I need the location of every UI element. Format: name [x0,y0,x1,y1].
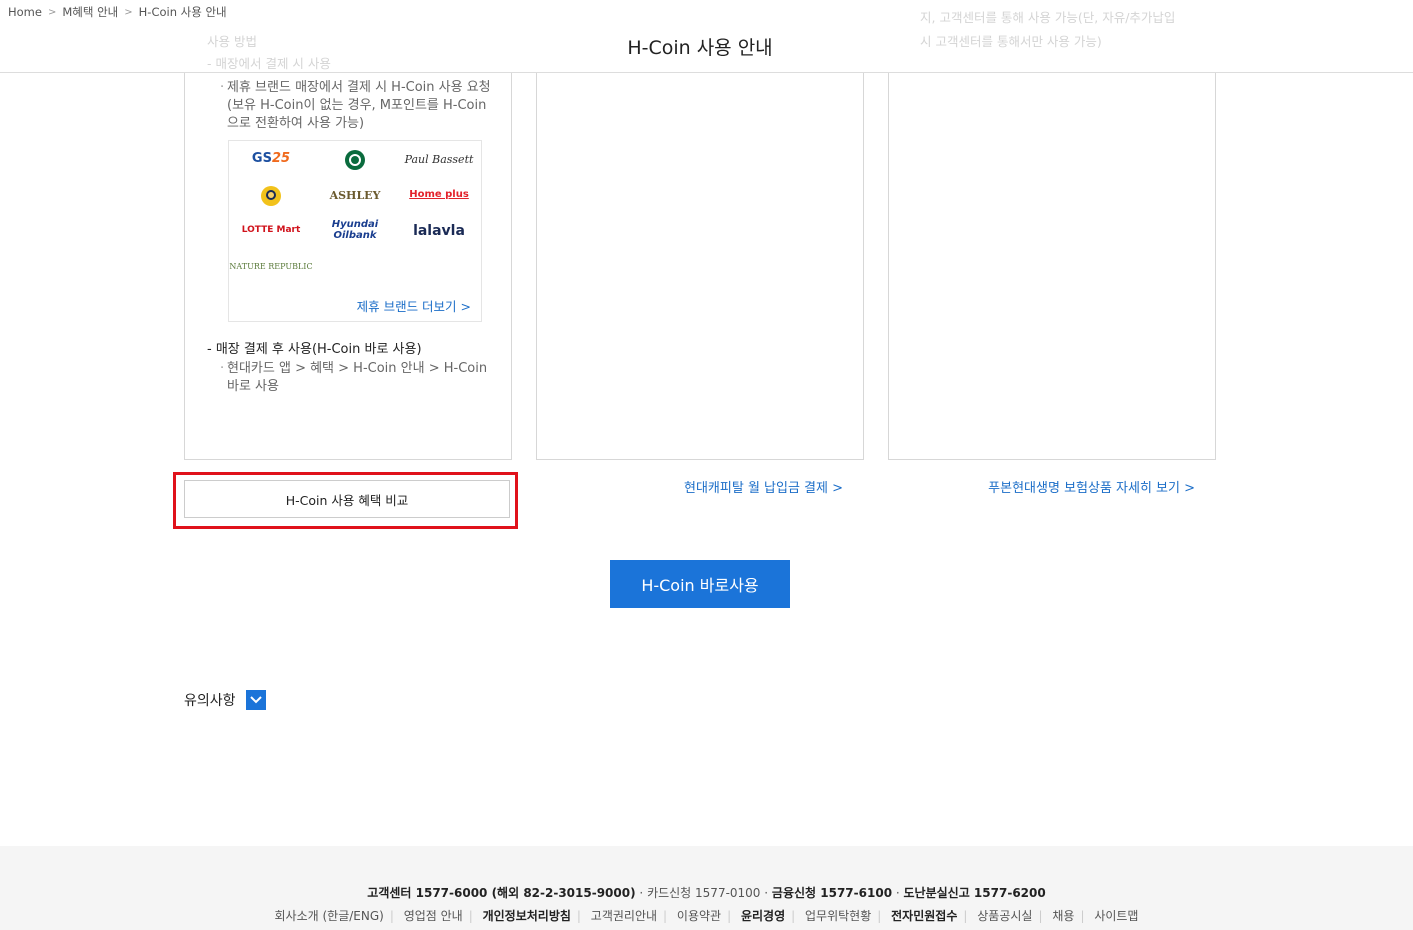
footer-link-customer-rights[interactable]: 고객권리안내 [585,909,663,923]
nature-republic-logo: NATURE REPUBLIC [229,262,313,271]
footer-link-recruit[interactable]: 채용 [1046,909,1080,923]
footer-link-outsourcing[interactable]: 업무위탁현황 [799,909,877,923]
footer-link-branches[interactable]: 영업점 안내 [398,909,469,923]
hcoin-direct-use-button[interactable]: H-Coin 바로사용 [610,560,790,608]
footer-card-apply: 카드신청 1577-0100 [647,886,761,900]
page-title: H-Coin 사용 안내 [627,37,773,59]
capital-payment-link[interactable]: 현대캐피탈 월 납입금 결제 > [684,477,843,496]
breadcrumb-m-benefits[interactable]: M혜택 안내 [62,4,118,20]
direct-use-title: - 매장 결제 후 사용(H-Coin 바로 사용) [207,342,422,357]
lotte-mart-logo: LOTTE Mart [241,225,301,235]
footer-link-sitemap[interactable]: 사이트맵 [1088,909,1144,923]
footer-links: 회사소개 (한글/ENG) | 영업점 안내 | 개인정보처리방침 | 고객권리안내 |… [0,907,1413,924]
usage-card-capital: 현대캐피탈 월 납입금 결제 > [536,73,864,496]
ashley-logo: ASHLEY [329,189,381,202]
footer-link-disclosure[interactable]: 상품공시실 [971,909,1038,923]
insurance-detail-link[interactable]: 푸본현대생명 보험상품 자세히 보기 > [988,477,1195,496]
footer-link-company[interactable]: 회사소개 (한글/ENG) [269,909,390,923]
usage-card-insurance: 푸본현대생명 보험상품 자세히 보기 > [888,73,1216,496]
breadcrumb-current: H-Coin 사용 안내 [138,5,227,19]
lalavla-logo: lalavla [413,223,465,239]
breadcrumb-separator: > [124,6,133,18]
brand-logo-grid: GS25 Paul Bassett ASHLEY Home plus LOTTE… [228,140,482,322]
footer-link-complaints[interactable]: 전자민원접수 [885,909,963,923]
notes-label: 유의사항 [184,693,236,709]
hyundai-oilbank-logo: Hyundai Oilbank [331,219,379,241]
footer-link-privacy[interactable]: 개인정보처리방침 [477,909,577,923]
homeplus-logo: Home plus [409,189,469,200]
footer-lost-report: 도난분실신고 1577-6200 [903,886,1046,900]
direct-use-path: 현대카드 앱 > 혜택 > H-Coin 안내 > H-Coin 바로 사용 [220,360,497,396]
breadcrumb-separator: > [47,6,57,18]
breadcrumb: Home > M혜택 안내 > H-Coin 사용 안내 [8,4,227,20]
starbucks-logo [313,149,397,174]
store-usage-description: 제휴 브랜드 매장에서 결제 시 H-Coin 사용 요청(보유 H-Coin이… [220,79,492,133]
chevron-down-icon[interactable] [245,690,266,710]
partner-brands-more-link[interactable]: 제휴 브랜드 더보기 > [357,296,471,315]
footer-link-terms[interactable]: 이용약관 [671,909,727,923]
character-logo [229,185,313,210]
footer-link-ethics[interactable]: 윤리경영 [735,909,791,923]
notes-toggle[interactable]: 유의사항 [184,690,266,710]
footer-finance-apply: 금융신청 1577-6100 [771,886,893,900]
paul-bassett-logo: Paul Bassett [404,153,474,166]
faded-right-text-1: 지, 고객센터를 통해 사용 가능(단, 자유/추가납입 [920,10,1176,25]
footer-customer-center: 고객센터 1577-6000 (해외 82-2-3015-9000) [367,886,636,900]
footer-contacts: 고객센터 1577-6000 (해외 82-2-3015-9000) · 카드신… [367,886,1046,900]
breadcrumb-home[interactable]: Home [8,5,42,19]
benefit-compare-button[interactable]: H-Coin 사용 혜택 비교 [184,480,510,518]
gs25-logo: GS25 [251,151,291,166]
